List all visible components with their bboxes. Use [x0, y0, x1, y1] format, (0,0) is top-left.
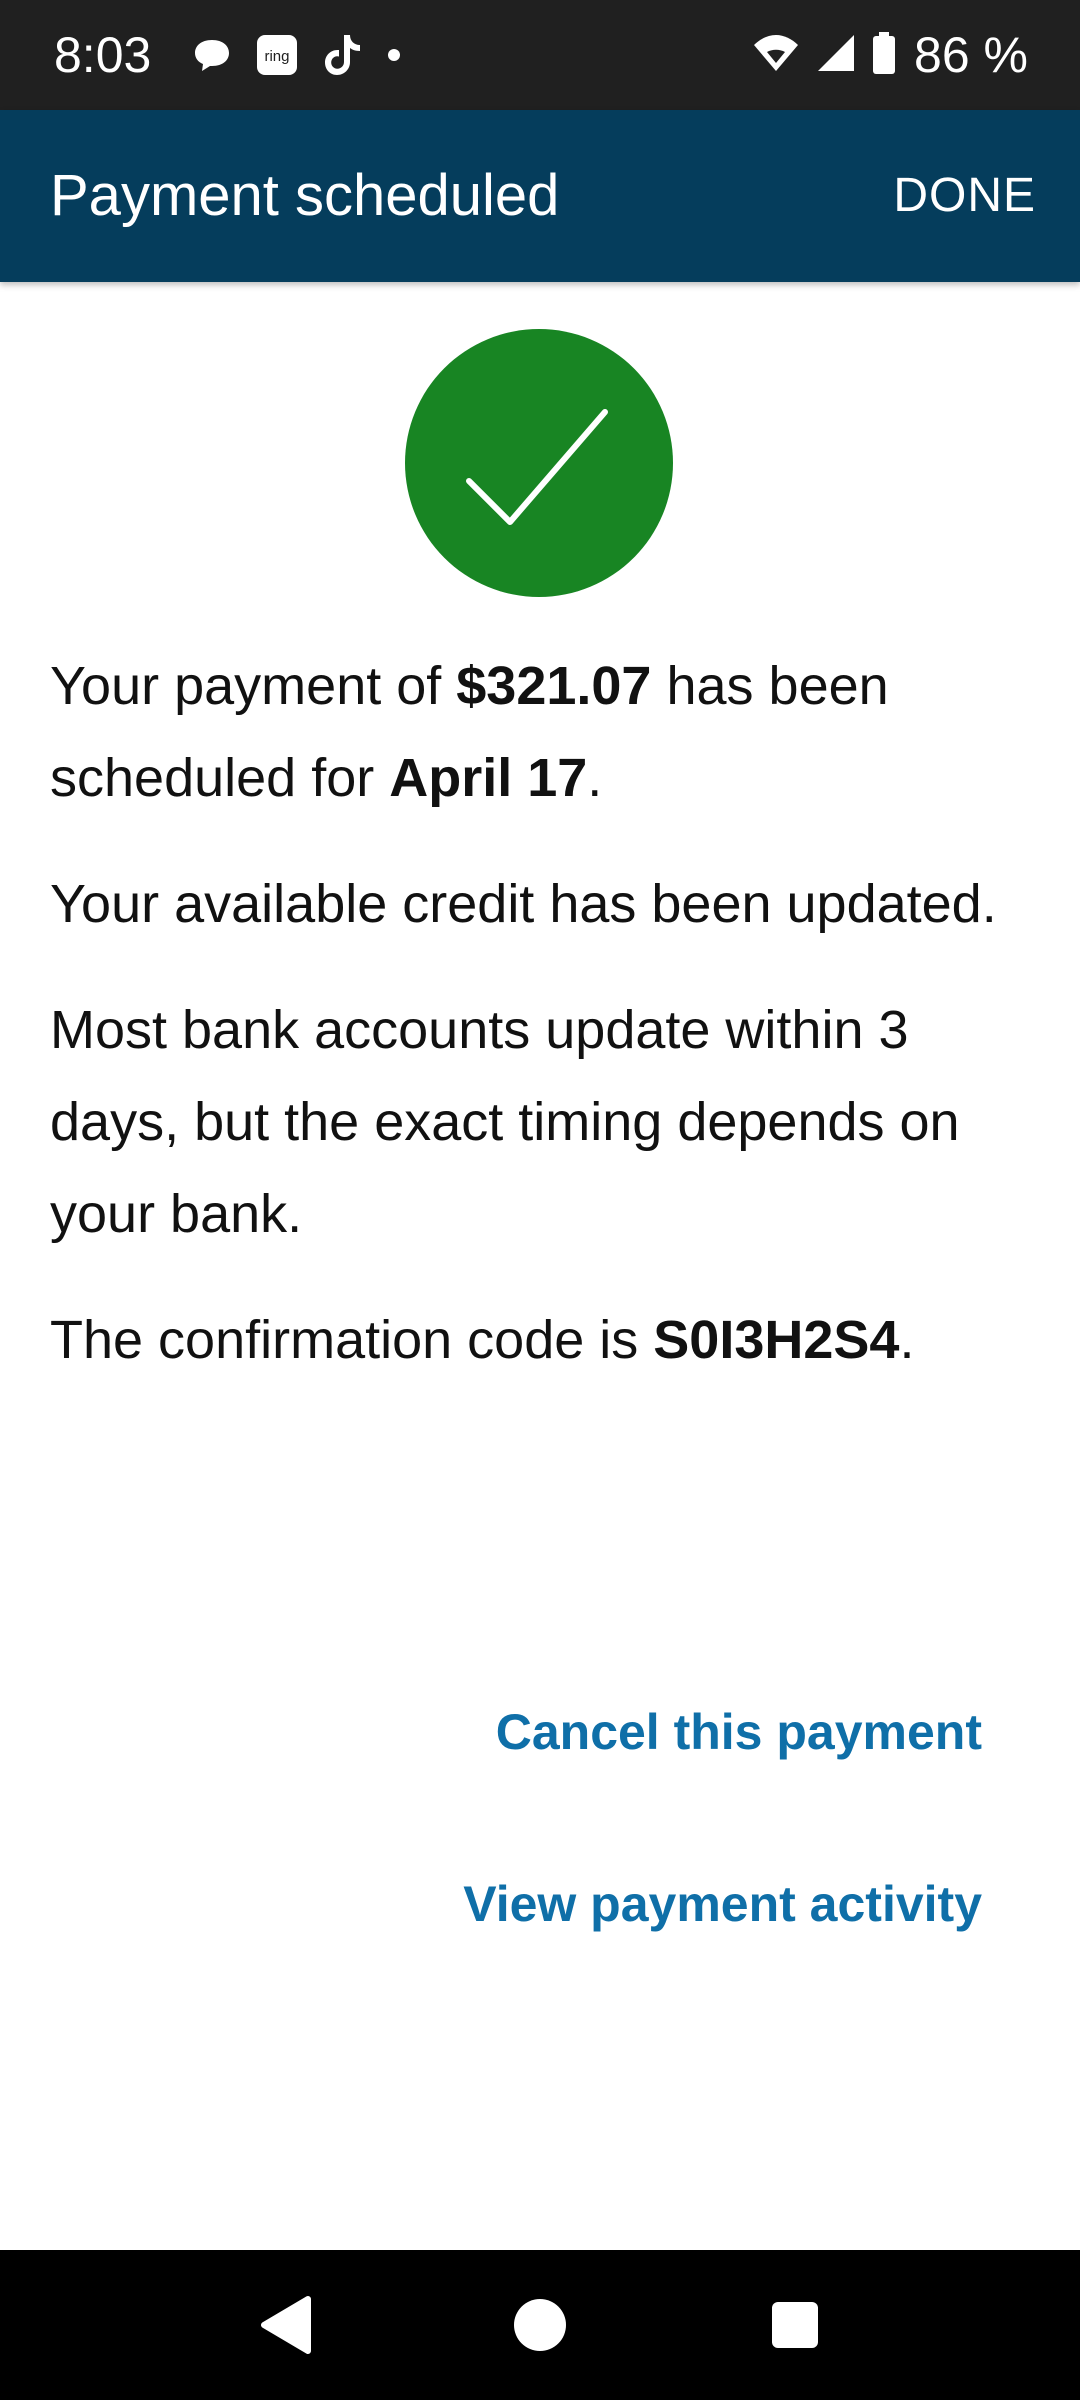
app-bar: Payment scheduled DONE: [0, 110, 1080, 282]
status-indicators: 86 %: [752, 26, 1028, 84]
payment-summary-suffix: .: [587, 748, 603, 808]
back-icon[interactable]: [211, 2250, 361, 2400]
credit-updated-text: Your available credit has been updated.: [50, 874, 997, 934]
battery-icon: [872, 31, 896, 80]
more-dot-icon: [386, 47, 402, 63]
status-bar: 8:03 ring 86 %: [0, 0, 1080, 110]
confirmation-code-text: The confirmation code is S0I3H2S4.: [50, 1294, 1040, 1386]
payment-date: April 17: [389, 748, 588, 808]
payment-summary-prefix: Your payment of: [50, 656, 457, 716]
cancel-payment-link[interactable]: Cancel this payment: [496, 1700, 982, 1764]
confirmation-code: S0I3H2S4: [653, 1310, 900, 1370]
home-icon[interactable]: [465, 2250, 615, 2400]
payment-summary: Your payment of $321.07 has been schedul…: [50, 640, 1040, 824]
tiktok-icon: [322, 33, 362, 77]
notification-icons: ring: [192, 30, 402, 80]
checkmark-circle-icon: [405, 329, 673, 597]
view-payment-activity-link[interactable]: View payment activity: [463, 1872, 982, 1936]
confirmation-prefix: The confirmation code is: [50, 1310, 654, 1370]
ring-app-icon: ring: [256, 34, 298, 76]
done-button[interactable]: DONE: [885, 160, 1044, 232]
payment-scheduled-screen: 8:03 ring 86 % Payment scheduled DONE Yo…: [0, 0, 1080, 2400]
confirmation-suffix: .: [899, 1310, 915, 1370]
confirmation-details: Your payment of $321.07 has been schedul…: [50, 640, 1040, 1420]
recents-icon[interactable]: [720, 2250, 870, 2400]
status-time: 8:03: [54, 27, 152, 83]
bank-timing-text: Most bank accounts update within 3 days,…: [50, 1000, 960, 1244]
payment-amount: $321.07: [456, 656, 652, 716]
page-title: Payment scheduled: [50, 163, 560, 228]
svg-text:ring: ring: [264, 48, 289, 65]
system-nav-bar: [0, 2250, 1080, 2400]
chat-bubble-icon: [192, 35, 232, 75]
cell-signal-icon: [816, 33, 856, 78]
battery-percentage: 86 %: [914, 27, 1028, 83]
wifi-icon: [752, 33, 800, 78]
